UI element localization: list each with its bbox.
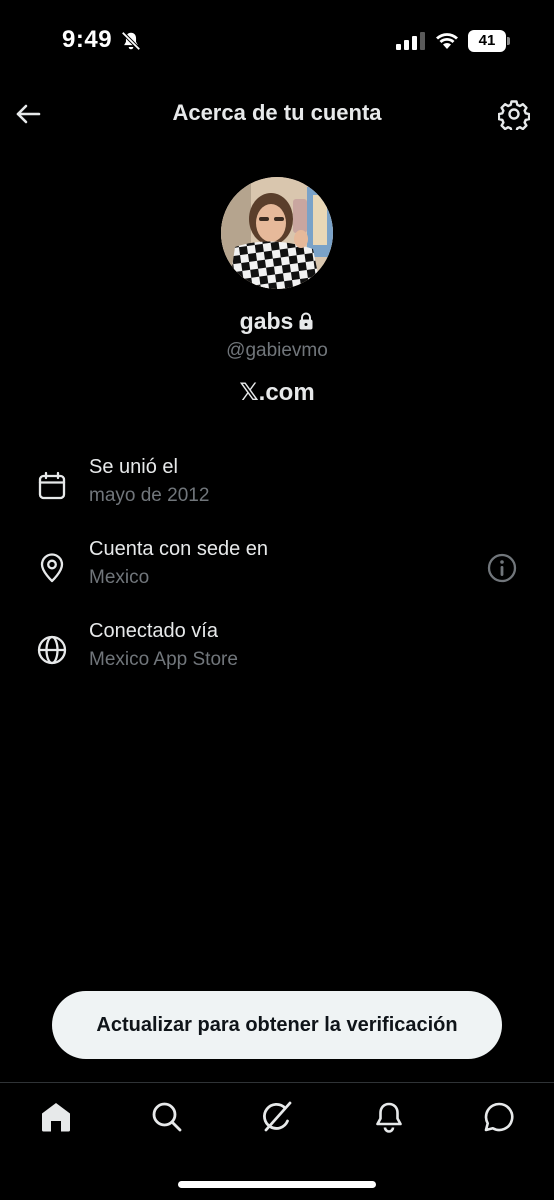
battery-icon: 41 (468, 30, 510, 52)
wifi-icon (436, 33, 458, 49)
profile-name: gabs (239, 308, 294, 334)
globe-icon (37, 635, 67, 665)
gear-icon[interactable] (498, 98, 530, 130)
location-pin-icon (40, 553, 64, 583)
home-indicator[interactable] (178, 1181, 376, 1188)
get-verified-button[interactable]: Actualizar para obtener la verificación (52, 991, 502, 1059)
info-row-joined: Se unió el mayo de 2012 (0, 456, 554, 520)
bell-muted-icon (121, 31, 141, 51)
info-icon[interactable] (486, 552, 518, 584)
info-row-location: Cuenta con sede en Mexico (0, 538, 554, 602)
site-label: 𝕏.com (239, 379, 315, 406)
header: Acerca de tu cuenta (0, 90, 554, 140)
messages-icon[interactable] (481, 1099, 517, 1135)
home-icon[interactable] (38, 1099, 74, 1135)
info-label: Se unió el (89, 456, 178, 478)
lock-icon (299, 312, 313, 330)
avatar[interactable] (221, 177, 333, 289)
search-icon[interactable] (149, 1099, 185, 1135)
info-label: Cuenta con sede en (89, 538, 269, 560)
info-value: Mexico App Store (89, 649, 238, 670)
signal-icon (396, 32, 425, 50)
status-time: 9:49 (62, 26, 113, 53)
info-row-connected: Conectado vía Mexico App Store (0, 620, 554, 684)
notifications-icon[interactable] (371, 1099, 407, 1135)
info-label: Conectado vía (89, 620, 218, 642)
info-value: mayo de 2012 (89, 485, 210, 506)
grok-icon[interactable] (259, 1099, 295, 1135)
status-bar: 9:49 41 (0, 0, 554, 80)
battery-level: 41 (478, 32, 496, 49)
info-value: Mexico (89, 567, 150, 588)
page-title: Acerca de tu cuenta (172, 100, 382, 125)
avatar-image (221, 177, 333, 289)
calendar-icon (38, 471, 66, 500)
profile-handle: @gabievmo (226, 340, 328, 361)
profile-name-row: gabs (0, 308, 554, 335)
